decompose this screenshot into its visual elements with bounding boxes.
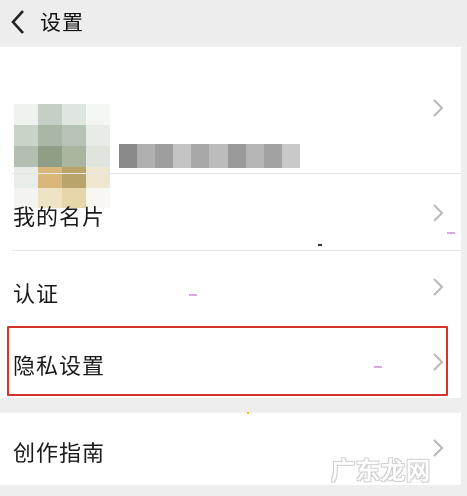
back-button[interactable]	[0, 0, 38, 44]
menu-item-label: 我的名片	[13, 206, 106, 231]
artifact-speck	[318, 244, 322, 246]
nickname-blurred	[119, 144, 300, 168]
chevron-right-icon	[433, 278, 444, 296]
settings-page: 设置 我的名片 认证 隐私设置 创作指南 广东龙网	[0, 0, 467, 496]
menu-item-label: 创作指南	[13, 442, 106, 467]
page-title: 设置	[40, 11, 84, 35]
artifact-speck	[374, 366, 382, 368]
chevron-right-icon	[433, 439, 444, 457]
menu-item-my-card[interactable]: 我的名片	[0, 174, 461, 250]
artifact-speck	[247, 412, 249, 414]
menu-item-label: 认证	[13, 283, 60, 308]
menu-item-certification[interactable]: 认证	[0, 251, 461, 326]
highlight-box	[7, 326, 448, 396]
artifact-speck	[447, 232, 455, 234]
profile-row[interactable]	[0, 47, 461, 208]
chevron-right-icon	[433, 99, 444, 117]
artifact-speck	[189, 294, 197, 296]
watermark: 广东龙网	[331, 457, 431, 485]
chevron-left-icon	[11, 10, 24, 34]
nav-header: 设置	[0, 0, 467, 44]
chevron-right-icon	[433, 204, 444, 222]
